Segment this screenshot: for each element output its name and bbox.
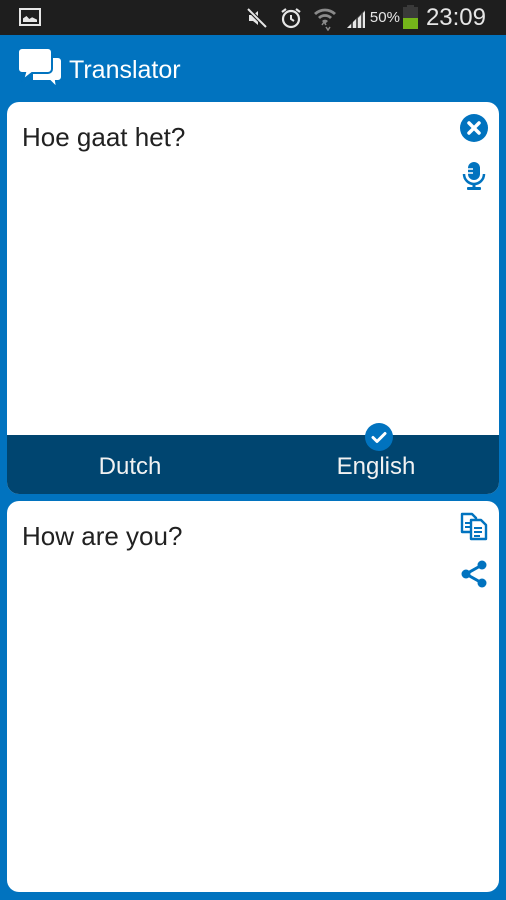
copy-icon	[460, 512, 488, 541]
copy-button[interactable]	[457, 509, 491, 543]
close-circle-icon	[460, 114, 488, 142]
image-notification-icon	[19, 8, 41, 26]
battery-percent: 50%	[369, 9, 400, 26]
share-icon	[461, 560, 487, 588]
chat-bubbles-icon	[18, 47, 63, 90]
alarm-icon	[281, 7, 301, 28]
source-text-input[interactable]: Hoe gaat het?	[22, 122, 185, 153]
translated-text: How are you?	[22, 521, 183, 551]
clock: 23:09	[425, 3, 486, 31]
clear-button[interactable]	[457, 111, 491, 145]
signal-icon	[346, 9, 365, 28]
app-bar: Translator	[0, 35, 506, 101]
battery-level	[402, 17, 418, 29]
check-circle-icon	[365, 423, 393, 451]
source-language-button[interactable]: Dutch	[7, 435, 253, 494]
status-bar: 50% 23:09	[0, 0, 506, 35]
battery-icon	[402, 4, 418, 29]
mute-icon	[246, 7, 268, 28]
result-panel: How are you?	[7, 501, 499, 892]
source-panel: Hoe gaat het? Dutch English	[7, 102, 499, 494]
share-button[interactable]	[457, 557, 491, 591]
app-title: Translator	[69, 56, 181, 84]
voice-input-button[interactable]	[457, 159, 491, 193]
language-bar: Dutch English	[7, 435, 499, 494]
wifi-icon	[313, 8, 336, 31]
microphone-icon	[462, 162, 486, 190]
